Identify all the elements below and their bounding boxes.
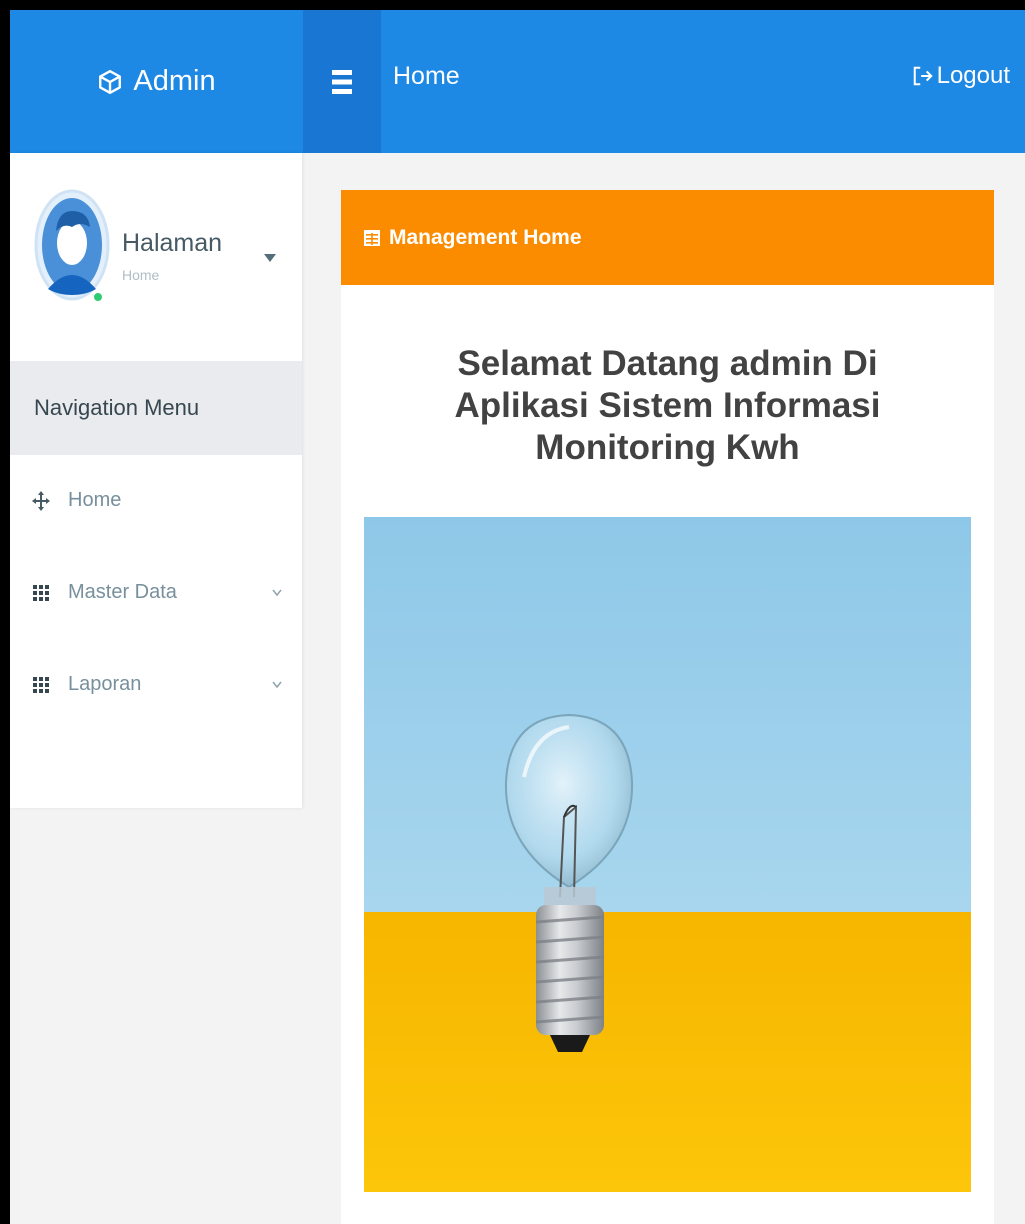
sidebar-item-label: Master Data <box>68 581 177 603</box>
page-title: Home <box>393 62 460 90</box>
online-status-dot <box>92 291 104 303</box>
app-frame: Admin Home Logout Halaman Home Navigatio… <box>10 10 1025 1224</box>
brand[interactable]: Admin <box>10 10 303 153</box>
hamburger-icon <box>332 69 352 94</box>
sidebar-item-label: Laporan <box>68 673 142 695</box>
topbar: Admin Home Logout <box>10 10 1025 153</box>
sidebar: Halaman Home Navigation Menu Home Master… <box>10 153 302 808</box>
grid-icon <box>33 585 49 601</box>
profile-name: Halaman <box>122 229 223 257</box>
card-header: Management Home <box>341 190 994 285</box>
profile-role: Home <box>122 267 160 283</box>
table-icon <box>364 229 380 246</box>
brand-label: Admin <box>133 65 216 97</box>
caret-down-icon[interactable] <box>264 253 276 263</box>
logout-icon <box>913 66 933 86</box>
grid-icon <box>33 677 49 693</box>
cube-icon <box>99 69 122 94</box>
logout-button[interactable]: Logout <box>912 62 1010 90</box>
sidebar-item-master-data[interactable]: Master Data <box>10 547 302 639</box>
arrows-move-icon <box>32 491 50 511</box>
card-body: Selamat Datang admin Di Aplikasi Sistem … <box>341 285 994 1224</box>
nav-list: Home Master Data Laporan <box>10 455 302 731</box>
light-bulb-illustration <box>364 517 971 1192</box>
chevron-down-icon <box>272 681 282 689</box>
nav-header: Navigation Menu <box>10 361 302 455</box>
card-header-label: Management Home <box>389 225 582 249</box>
welcome-heading: Selamat Datang admin Di Aplikasi Sistem … <box>454 344 881 467</box>
menu-toggle-button[interactable] <box>303 10 381 153</box>
sidebar-item-laporan[interactable]: Laporan <box>10 639 302 731</box>
logout-label: Logout <box>936 62 1010 89</box>
user-profile[interactable]: Halaman Home <box>10 153 302 361</box>
chevron-down-icon <box>272 589 282 597</box>
avatar <box>34 189 110 301</box>
hero-image <box>364 517 971 1192</box>
sidebar-item-label: Home <box>68 489 122 511</box>
sidebar-item-home[interactable]: Home <box>10 455 302 547</box>
